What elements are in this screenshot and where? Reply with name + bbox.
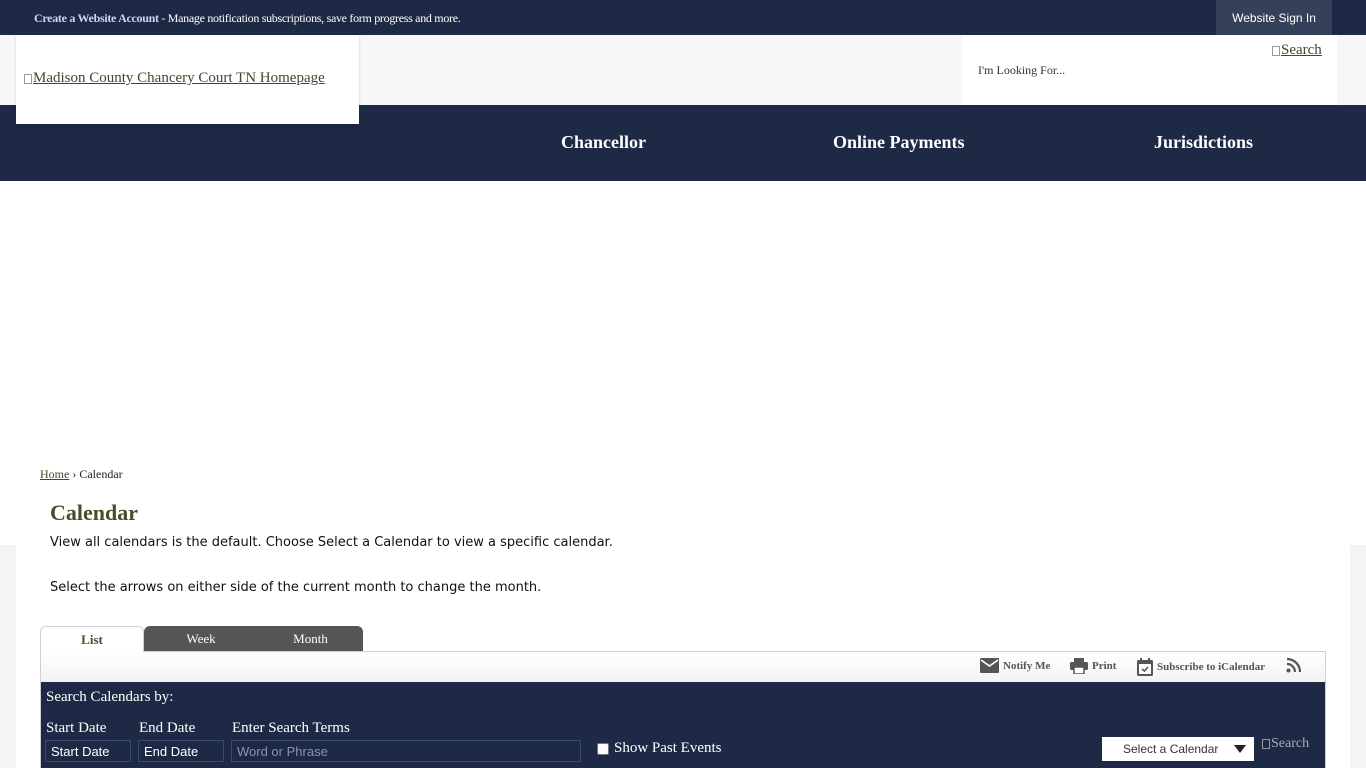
start-date-label: Start Date <box>46 720 107 736</box>
breadcrumb: Home › Calendar <box>40 467 123 482</box>
show-past-events-label: Show Past Events <box>614 740 722 756</box>
select-calendar-label: Select a Calendar <box>1123 742 1219 756</box>
mail-icon <box>980 658 999 673</box>
page-title: Calendar <box>50 500 138 525</box>
calendar-search-alt: Search <box>1271 736 1310 751</box>
broken-image-icon <box>24 73 32 84</box>
rss-button[interactable] <box>1286 658 1305 673</box>
start-date-input[interactable]: Start Date <box>45 740 131 762</box>
account-message-text: - Manage notification subscriptions, sav… <box>158 11 461 25</box>
select-calendar-dropdown[interactable]: Select a Calendar <box>1102 737 1254 761</box>
create-account-link[interactable]: Create a Website Account <box>34 11 159 25</box>
printer-icon <box>1070 658 1088 674</box>
calendar-toolbar: Notify Me Print Subscribe to iCalendar <box>41 652 1325 682</box>
notify-me-label: Notify Me <box>1003 659 1051 672</box>
show-past-events[interactable]: Show Past Events <box>597 740 722 757</box>
site-search: I'm Looking For... Search <box>962 35 1337 105</box>
search-heading: Search Calendars by: <box>46 689 174 705</box>
home-logo-link[interactable]: Madison County Chancery Court TN Homepag… <box>24 70 325 87</box>
intro-text-1: View all calendars is the default. Choos… <box>50 535 613 550</box>
end-date-input[interactable]: End Date <box>138 740 224 762</box>
search-terms-input[interactable]: Word or Phrase <box>231 740 581 762</box>
tab-month[interactable]: Month <box>258 626 363 652</box>
account-message: Create a Website Account - Manage notifi… <box>34 11 461 26</box>
print-button[interactable]: Print <box>1070 658 1116 674</box>
end-date-label: End Date <box>139 720 196 736</box>
breadcrumb-current: Calendar <box>79 467 123 481</box>
subscribe-icalendar-button[interactable]: Subscribe to iCalendar <box>1137 658 1265 676</box>
broken-image-icon <box>1272 45 1280 56</box>
nav-item-chancellor[interactable]: Chancellor <box>561 132 646 153</box>
show-past-events-checkbox[interactable] <box>597 742 609 755</box>
chevron-down-icon <box>1234 745 1246 753</box>
logo-alt-text: Madison County Chancery Court TN Homepag… <box>33 70 325 86</box>
tab-week[interactable]: Week <box>144 626 258 652</box>
nav-item-online-payments[interactable]: Online Payments <box>833 132 965 153</box>
subscribe-label: Subscribe to iCalendar <box>1157 661 1266 673</box>
search-terms-label: Enter Search Terms <box>232 720 350 736</box>
calendar-panel: Notify Me Print Subscribe to iCalendar S… <box>40 651 1326 768</box>
site-search-alt: Search <box>1281 42 1322 58</box>
calendar-search-panel: Search Calendars by: Start Date Start Da… <box>41 682 1325 768</box>
sign-in-button[interactable]: Website Sign In <box>1216 0 1332 35</box>
breadcrumb-separator: › <box>69 467 80 481</box>
tab-list[interactable]: List <box>40 626 144 652</box>
calendar-search-button[interactable]: Search <box>1262 736 1309 752</box>
print-label: Print <box>1092 660 1117 672</box>
broken-image-icon <box>1262 739 1270 749</box>
right-gutter <box>1350 545 1366 768</box>
notify-me-button[interactable]: Notify Me <box>980 658 1050 673</box>
nav-item-jurisdictions[interactable]: Jurisdictions <box>1154 132 1253 153</box>
site-search-button[interactable]: Search <box>1272 42 1322 59</box>
calendar-icon <box>1137 658 1153 676</box>
left-gutter <box>0 545 16 768</box>
intro-text-2: Select the arrows on either side of the … <box>50 580 542 595</box>
top-bar: Create a Website Account - Manage notifi… <box>0 0 1366 35</box>
rss-icon <box>1286 658 1301 673</box>
site-search-input[interactable]: I'm Looking For... <box>978 63 1065 78</box>
breadcrumb-home[interactable]: Home <box>40 467 69 481</box>
logo-container: Madison County Chancery Court TN Homepag… <box>16 35 359 124</box>
